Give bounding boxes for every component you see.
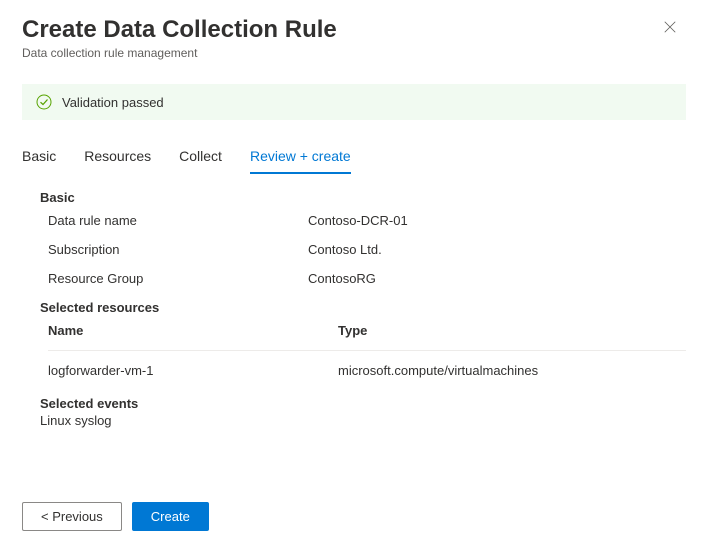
tab-basic[interactable]: Basic (22, 142, 56, 174)
label-data-rule-name: Data rule name (48, 213, 308, 228)
row-data-rule-name: Data rule name Contoso-DCR-01 (48, 213, 686, 228)
checkmark-circle-icon (36, 94, 52, 110)
value-subscription: Contoso Ltd. (308, 242, 382, 257)
label-subscription: Subscription (48, 242, 308, 257)
value-resource-group: ContosoRG (308, 271, 376, 286)
row-resource-group: Resource Group ContosoRG (48, 271, 686, 286)
validation-message: Validation passed (62, 95, 164, 110)
validation-banner: Validation passed (22, 84, 686, 120)
label-resource-group: Resource Group (48, 271, 308, 286)
page-subtitle: Data collection rule management (22, 46, 686, 60)
close-button[interactable] (662, 20, 678, 36)
section-selected-resources-heading: Selected resources (40, 300, 686, 315)
tab-collect[interactable]: Collect (179, 142, 222, 174)
section-basic-heading: Basic (40, 190, 686, 205)
value-data-rule-name: Contoso-DCR-01 (308, 213, 408, 228)
cell-resource-name: logforwarder-vm-1 (48, 363, 338, 378)
tab-review-create[interactable]: Review + create (250, 142, 351, 174)
resources-table-header: Name Type (48, 323, 686, 350)
create-button[interactable]: Create (132, 502, 209, 531)
cell-resource-type: microsoft.compute/virtualmachines (338, 363, 538, 378)
tabs: Basic Resources Collect Review + create (0, 142, 708, 174)
row-subscription: Subscription Contoso Ltd. (48, 242, 686, 257)
table-row: logforwarder-vm-1 microsoft.compute/virt… (48, 350, 686, 390)
selected-events-value: Linux syslog (40, 413, 686, 428)
section-selected-events-heading: Selected events (40, 396, 686, 411)
column-type: Type (338, 323, 367, 338)
page-title: Create Data Collection Rule (22, 16, 686, 44)
tab-resources[interactable]: Resources (84, 142, 151, 174)
column-name: Name (48, 323, 338, 338)
close-icon (663, 20, 677, 37)
previous-button[interactable]: < Previous (22, 502, 122, 531)
